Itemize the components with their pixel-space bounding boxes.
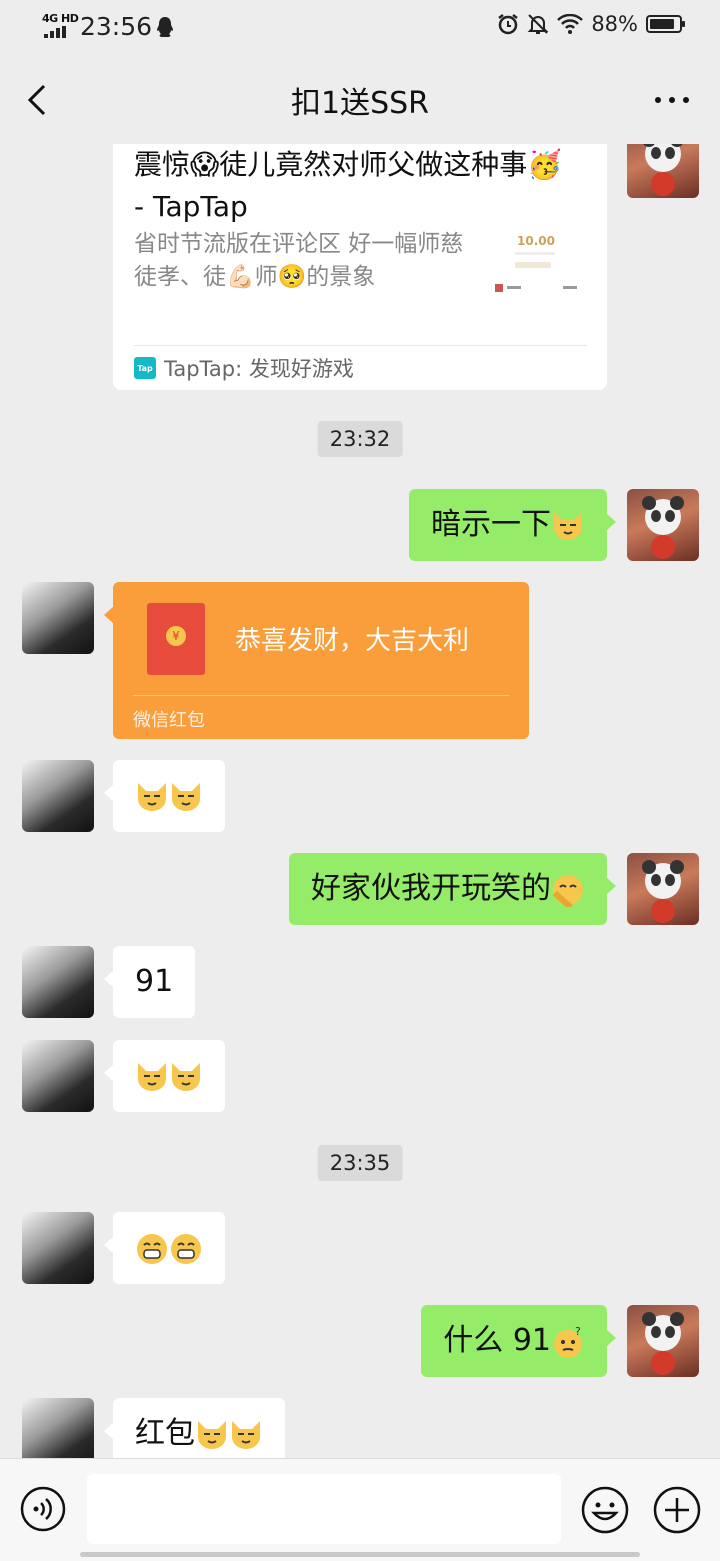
red-envelope-icon: ¥ (147, 603, 205, 675)
cat-emoji-icon (172, 782, 200, 811)
message-text: 什么 91 (443, 1323, 551, 1358)
link-card-description: 省时节流版在评论区 好一幅师慈徒孝、徒💪🏻师🥺的景象 (134, 231, 464, 290)
emoji-picker-icon[interactable] (580, 1485, 630, 1535)
timestamp: 23:35 (317, 1145, 403, 1181)
my-avatar[interactable] (627, 144, 699, 198)
mute-bell-icon (527, 14, 549, 34)
cat-emoji-icon (138, 782, 166, 811)
message-bubble[interactable]: 91 (104, 946, 196, 1018)
message-input[interactable] (87, 1474, 561, 1544)
link-card-title: 震惊😱徒儿竟然对师父做这种事🥳 - TapTap (134, 148, 563, 223)
more-functions-icon[interactable] (652, 1485, 702, 1535)
contact-avatar[interactable] (22, 760, 94, 832)
grin-emoji-icon (171, 1233, 201, 1264)
message-bubble[interactable]: 好家伙我开玩笑的 (289, 853, 616, 925)
red-packet-label: 微信红包 (133, 710, 205, 731)
alarm-icon (498, 14, 519, 35)
battery-percent: 88% (591, 12, 638, 36)
red-packet-message[interactable]: ¥ 恭喜发财，大吉大利 微信红包 (104, 582, 529, 739)
contact-avatar[interactable] (22, 582, 94, 654)
confused-emoji-icon: ? (554, 1325, 582, 1358)
svg-text:?: ? (575, 1325, 581, 1338)
contact-avatar[interactable] (22, 1398, 94, 1458)
network-indicator: 4G HD (42, 12, 79, 25)
message-text: 91 (135, 964, 174, 999)
message-bubble[interactable] (104, 760, 225, 832)
status-bar: 4G HD 23:56 88% (0, 0, 720, 56)
message-bubble[interactable]: 红包 (104, 1398, 285, 1458)
gesture-bar (80, 1552, 640, 1557)
chat-title: 扣1送SSR (290, 86, 430, 121)
message-list[interactable]: 震惊😱徒儿竟然对师父做这种事🥳 - TapTap 省时节流版在评论区 好一幅师慈… (0, 144, 720, 1458)
signal-icon (44, 26, 66, 38)
input-bar (0, 1458, 720, 1561)
facepalm-emoji-icon (552, 874, 583, 907)
link-card-message[interactable]: 震惊😱徒儿竟然对师父做这种事🥳 - TapTap 省时节流版在评论区 好一幅师慈… (113, 144, 607, 390)
status-time: 23:56 (80, 12, 153, 41)
message-text: 暗示一下 (431, 507, 551, 542)
cat-emoji-icon (172, 1062, 200, 1091)
cat-emoji-icon (198, 1420, 226, 1449)
more-options-icon[interactable] (652, 86, 692, 114)
link-card-source: Tap TapTap: 发现好游戏 (134, 352, 354, 384)
message-bubble[interactable] (104, 1040, 225, 1112)
cat-emoji-icon (232, 1420, 260, 1449)
panda-avatar-icon (642, 496, 684, 559)
red-packet-greeting: 恭喜发财，大吉大利 (235, 626, 470, 656)
message-text: 红包 (135, 1416, 195, 1451)
panda-avatar-icon (642, 860, 684, 923)
link-card-thumbnail: 10.00 (491, 228, 587, 304)
timestamp: 23:32 (317, 421, 403, 457)
message-bubble[interactable]: 暗示一下 (409, 489, 616, 561)
contact-avatar[interactable] (22, 946, 94, 1018)
my-avatar[interactable] (627, 489, 699, 561)
status-icons: 88% (497, 12, 685, 36)
message-bubble[interactable]: 什么 91? (421, 1305, 616, 1377)
wifi-icon (557, 14, 584, 34)
link-card-source-label: TapTap: 发现好游戏 (164, 357, 354, 381)
thumbnail-value: 10.00 (517, 234, 555, 248)
panda-avatar-icon (643, 144, 683, 196)
cat-emoji-icon (554, 511, 582, 540)
taptap-icon: Tap (134, 357, 156, 379)
cat-emoji-icon (138, 1062, 166, 1091)
battery-icon (646, 15, 685, 33)
contact-avatar[interactable] (22, 1212, 94, 1284)
contact-avatar[interactable] (22, 1040, 94, 1112)
voice-input-icon[interactable] (19, 1485, 67, 1533)
panda-avatar-icon (642, 1312, 684, 1375)
my-avatar[interactable] (627, 853, 699, 925)
message-bubble[interactable] (104, 1212, 225, 1284)
qq-notification-icon (157, 17, 173, 37)
message-text: 好家伙我开玩笑的 (311, 871, 551, 906)
my-avatar[interactable] (627, 1305, 699, 1377)
grin-emoji-icon (137, 1233, 167, 1264)
chat-header: 扣1送SSR (0, 56, 720, 144)
